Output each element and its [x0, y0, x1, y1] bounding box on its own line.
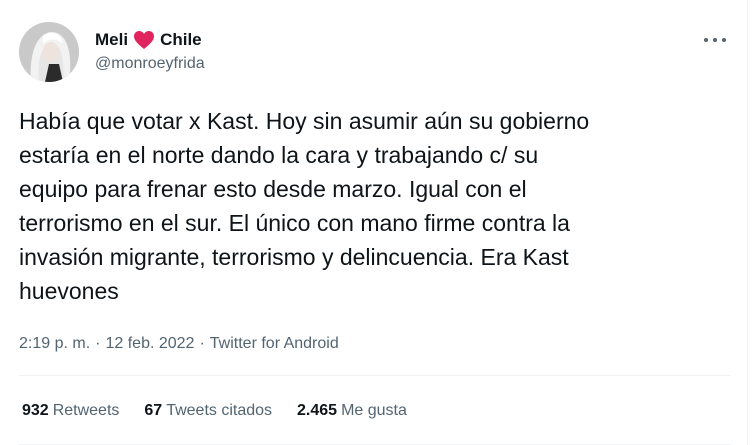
more-dots-icon[interactable]: [704, 30, 726, 50]
quotes-label: Tweets citados: [166, 402, 273, 419]
author-handle[interactable]: @monroeyfrida: [95, 55, 205, 73]
author-name-first: Meli: [95, 30, 129, 49]
avatar[interactable]: [19, 22, 79, 82]
author-name-second: Chile: [160, 30, 202, 49]
tweet-text: Había que votar x Kast. Hoy sin asumir a…: [19, 108, 590, 304]
heart-icon: [133, 30, 155, 50]
quotes-stat[interactable]: 67 Tweets citados: [144, 402, 272, 420]
quotes-count: 67: [144, 402, 163, 419]
retweets-count: 932: [22, 402, 49, 419]
author-name[interactable]: Meli Chile: [95, 28, 202, 52]
meta-separator: ·: [199, 335, 205, 352]
avatar-image: [19, 22, 79, 82]
retweets-stat[interactable]: 932 Retweets: [22, 402, 119, 420]
likes-count: 2.465: [297, 402, 338, 419]
likes-label: Me gusta: [341, 402, 407, 419]
meta-separator: ·: [95, 335, 101, 352]
retweets-label: Retweets: [52, 402, 120, 419]
tweet-time[interactable]: 2:19 p. m.: [19, 335, 90, 353]
likes-stat[interactable]: 2.465 Me gusta: [297, 402, 407, 420]
divider: [19, 375, 731, 376]
tweet-date[interactable]: 12 feb. 2022: [105, 335, 194, 353]
tweet-card: Meli Chile @monroeyfrida Había que votar…: [0, 0, 748, 445]
tweet-source[interactable]: Twitter for Android: [210, 335, 339, 353]
tweet-meta: 2:19 p. m. · 12 feb. 2022 · Twitter for …: [19, 335, 339, 353]
tweet-stats: 932 Retweets 67 Tweets citados 2.465 Me …: [22, 402, 432, 420]
